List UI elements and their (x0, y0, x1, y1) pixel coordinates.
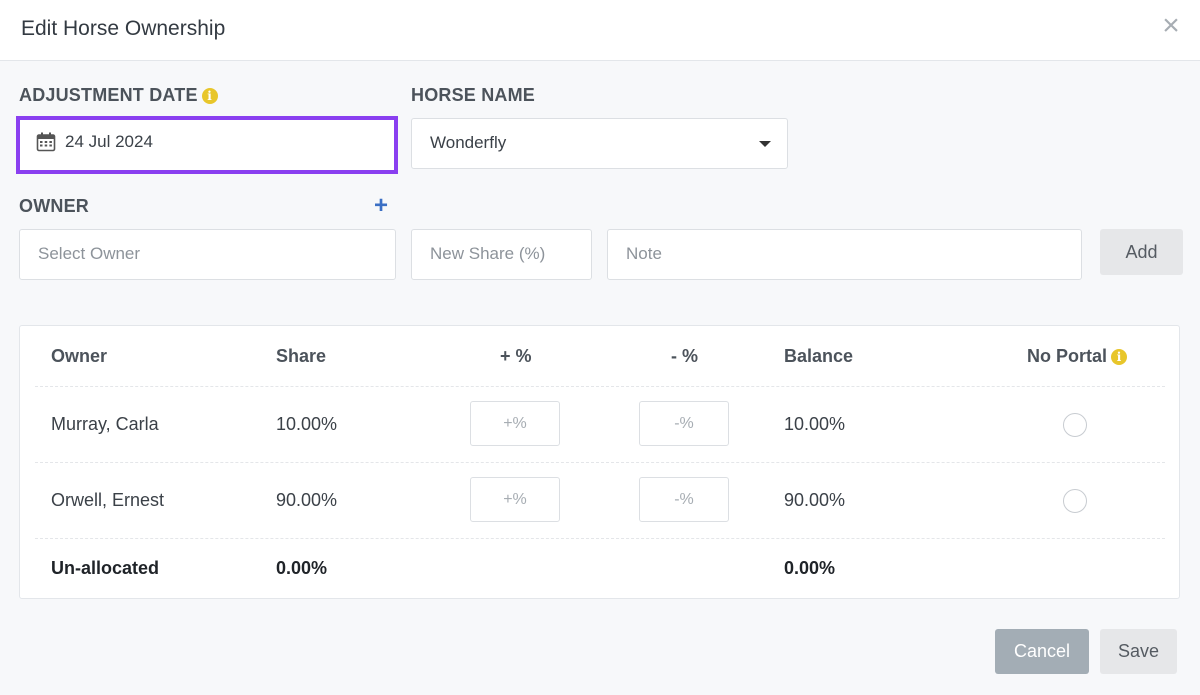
modal-title: Edit Horse Ownership (21, 17, 226, 40)
horse-name-select[interactable]: Wonderfly (411, 118, 788, 169)
row-divider (35, 538, 1165, 539)
new-share-placeholder: New Share (%) (430, 244, 546, 263)
adjustment-date-label-text: ADJUSTMENT DATE (19, 85, 198, 105)
column-header-minus: - % (671, 346, 698, 366)
close-icon[interactable]: × (1160, 11, 1182, 41)
owner-label: OWNER (19, 196, 89, 216)
column-header-share: Share (276, 346, 327, 366)
save-button[interactable]: Save (1100, 629, 1177, 674)
adjustment-date-value: 24 Jul 2024 (65, 132, 153, 151)
info-icon[interactable]: i (1111, 349, 1128, 365)
minus-percent-input[interactable]: -% (639, 401, 729, 446)
unallocated-balance: 0.00% (784, 558, 836, 578)
chevron-down-icon (759, 141, 771, 147)
column-header-balance: Balance (784, 346, 854, 366)
column-header-plus: + % (500, 346, 532, 366)
owner-select-placeholder: Select Owner (38, 244, 141, 263)
minus-percent-input[interactable]: -% (639, 477, 729, 522)
share-cell: 10.00% (276, 414, 338, 434)
calendar-icon (36, 132, 56, 152)
column-header-owner: Owner (51, 346, 108, 366)
plus-percent-input[interactable]: +% (470, 401, 560, 446)
owner-name-cell: Orwell, Ernest (51, 490, 165, 510)
owner-name-cell: Murray, Carla (51, 414, 159, 434)
add-owner-plus-icon[interactable]: + (374, 194, 390, 218)
unallocated-label: Un-allocated (51, 558, 160, 578)
owner-select[interactable]: Select Owner (19, 229, 396, 280)
adjustment-date-input[interactable]: 24 Jul 2024 (16, 116, 398, 174)
row-divider (35, 462, 1165, 463)
no-portal-radio[interactable] (1063, 489, 1087, 513)
note-input[interactable]: Note (607, 229, 1082, 280)
no-portal-radio[interactable] (1063, 413, 1087, 437)
adjustment-date-label: ADJUSTMENT DATE i (19, 85, 218, 106)
modal-header: Edit Horse Ownership × (0, 0, 1200, 61)
cancel-button[interactable]: Cancel (995, 629, 1089, 674)
balance-cell: 90.00% (784, 490, 846, 510)
no-portal-header-text: No Portal (1027, 346, 1108, 366)
balance-cell: 10.00% (784, 414, 846, 434)
add-button[interactable]: Add (1100, 229, 1183, 275)
column-header-no-portal: No Portal i (1027, 346, 1128, 367)
unallocated-share: 0.00% (276, 558, 328, 578)
share-cell: 90.00% (276, 490, 338, 510)
horse-name-value: Wonderfly (430, 133, 507, 152)
edit-horse-ownership-modal: Edit Horse Ownership × ADJUSTMENT DATE i … (0, 0, 1200, 695)
new-share-input[interactable]: New Share (%) (411, 229, 592, 280)
row-divider (35, 386, 1165, 387)
note-placeholder: Note (626, 244, 662, 263)
horse-name-label: HORSE NAME (411, 85, 536, 105)
ownership-table: Owner Share + % - % Balance No Portal i M… (19, 325, 1180, 599)
plus-percent-input[interactable]: +% (470, 477, 560, 522)
info-icon[interactable]: i (201, 88, 218, 104)
